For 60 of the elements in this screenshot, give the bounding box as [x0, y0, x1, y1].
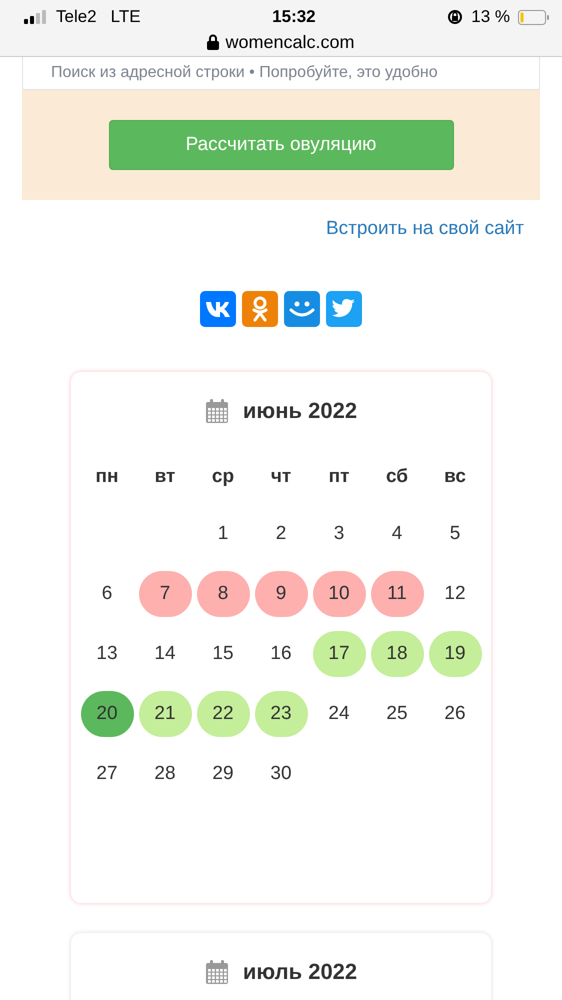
calendar-day[interactable]: 30 [254, 751, 308, 797]
url-text[interactable]: womencalc.com [225, 32, 355, 52]
smile-icon [288, 299, 316, 319]
calendar-day[interactable]: 18 [370, 631, 424, 677]
weekday-label: чт [270, 466, 292, 488]
embed-link[interactable]: Встроить на свой сайт [326, 218, 524, 244]
calendar-day[interactable]: 14 [138, 631, 192, 677]
calendar-day[interactable]: 8 [196, 571, 250, 617]
weekday-label: вт [154, 466, 176, 488]
rotation-lock-icon [447, 9, 464, 25]
lock-icon [207, 34, 220, 50]
share-button[interactable] [200, 291, 236, 327]
calendar-day[interactable]: 25 [370, 691, 424, 737]
weekday-label: вс [443, 466, 467, 488]
battery-icon [518, 10, 550, 24]
weekday-label: ср [210, 466, 236, 488]
calendar-day[interactable]: 16 [254, 631, 308, 677]
calendar-day[interactable]: 15 [196, 631, 250, 677]
carrier-name: Tele2 [56, 7, 97, 27]
calendar-day[interactable]: 3 [312, 511, 366, 557]
weekday-label: сб [384, 466, 410, 488]
share-button[interactable] [326, 291, 362, 327]
bird-icon [332, 299, 356, 319]
calendar-icon [204, 398, 229, 424]
network-type: LTE [110, 7, 141, 27]
calendar-day[interactable]: 6 [80, 571, 134, 617]
battery-percent: 13 % [471, 7, 510, 27]
calendar-day[interactable]: 19 [428, 631, 482, 677]
calendar-day[interactable]: 13 [80, 631, 134, 677]
calendar-day[interactable]: 1 [196, 511, 250, 557]
calendar-day[interactable]: 28 [138, 751, 192, 797]
stick-figure-icon [251, 296, 269, 322]
weekday-label: пн [94, 466, 120, 488]
calendar-day[interactable]: 12 [428, 571, 482, 617]
month-title: июль 2022 [242, 959, 358, 985]
calendar-day[interactable]: 9 [254, 571, 308, 617]
calendar-day[interactable]: 22 [196, 691, 250, 737]
calendar-day[interactable]: 23 [254, 691, 308, 737]
share-button[interactable] [284, 291, 320, 327]
vk-logo-icon [205, 301, 231, 317]
calendar-day[interactable]: 24 [312, 691, 366, 737]
calendar-day[interactable]: 11 [370, 571, 424, 617]
calendar-day[interactable]: 7 [138, 571, 192, 617]
clock-time: 15:32 [272, 7, 316, 27]
calendar-day[interactable]: 27 [80, 751, 134, 797]
search-hint-field[interactable]: Поиск из адресной строки • Попробуйте, это удобно [22, 57, 540, 90]
calendar-day[interactable]: 17 [312, 631, 366, 677]
calendar-day[interactable]: 20 [80, 691, 134, 737]
month-title: июнь 2022 [242, 398, 358, 424]
calendar-day[interactable]: 4 [370, 511, 424, 557]
signal-icon [24, 10, 48, 24]
calendar-day[interactable]: 26 [428, 691, 482, 737]
calendar-day[interactable]: 21 [138, 691, 192, 737]
calendar-icon [204, 959, 229, 985]
calendar-day[interactable]: 2 [254, 511, 308, 557]
weekday-label: пт [328, 466, 350, 488]
share-button[interactable] [242, 291, 278, 327]
calendar-day[interactable]: 5 [428, 511, 482, 557]
calendar-day[interactable]: 10 [312, 571, 366, 617]
calendar-day[interactable]: 29 [196, 751, 250, 797]
